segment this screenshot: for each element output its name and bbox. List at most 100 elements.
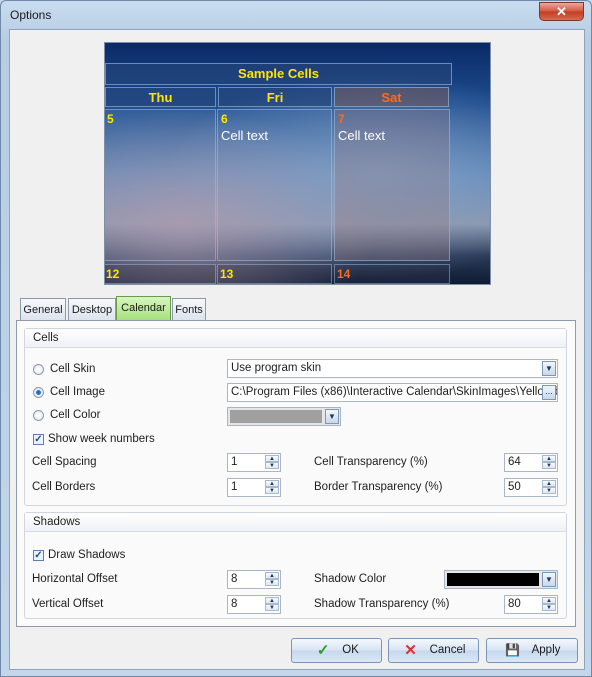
shadow-color-picker[interactable]: ▼ — [444, 570, 558, 589]
preview-cell: 5 — [105, 109, 216, 261]
tab-fonts[interactable]: Fonts — [172, 298, 206, 320]
close-button[interactable]: ✕ — [539, 2, 584, 21]
shadow-transparency-stepper[interactable]: 80 ▲ ▼ — [504, 595, 558, 614]
spin-buttons[interactable]: ▲ ▼ — [542, 455, 556, 470]
shadow-transparency-value: 80 — [508, 598, 521, 610]
cell-day-number: 5 — [107, 112, 114, 126]
preview-header: Sample Cells — [105, 63, 452, 85]
spin-up-icon[interactable]: ▲ — [265, 597, 279, 604]
cell-day-number: 14 — [337, 267, 351, 281]
draw-shadows-checkbox[interactable]: ✓ — [33, 550, 44, 561]
cell-spacing-label: Cell Spacing — [32, 456, 97, 468]
spin-down-icon[interactable]: ▼ — [542, 604, 556, 611]
apply-button[interactable]: 💾 Apply — [486, 638, 578, 663]
cell-skin-label: Cell Skin — [50, 363, 96, 375]
border-transparency-value: 50 — [508, 481, 521, 493]
spin-down-icon[interactable]: ▼ — [265, 462, 279, 469]
cell-text: Cell text — [221, 128, 268, 143]
cancel-label: Cancel — [429, 644, 466, 656]
cell-color-label: Cell Color — [50, 409, 101, 421]
cell-image-label: Cell Image — [50, 386, 105, 398]
cell-day-number: 7 — [338, 112, 345, 126]
preview-cell: 14 — [334, 264, 450, 284]
tab-general[interactable]: General — [20, 298, 66, 320]
ok-button[interactable]: ✓ OK — [291, 638, 382, 663]
vertical-offset-value: 8 — [231, 598, 238, 610]
cell-day-number: 13 — [220, 267, 234, 281]
spin-up-icon[interactable]: ▲ — [542, 480, 556, 487]
shadows-group: Shadows — [24, 512, 567, 619]
cell-transparency-label: Cell Transparency (%) — [314, 456, 428, 468]
horizontal-offset-label: Horizontal Offset — [32, 573, 118, 585]
shadows-group-title: Shadows — [25, 513, 566, 532]
spin-down-icon[interactable]: ▼ — [542, 462, 556, 469]
border-transparency-stepper[interactable]: 50 ▲ ▼ — [504, 478, 558, 497]
window-title: Options — [10, 8, 52, 22]
title-bar[interactable]: Options ✕ — [1, 1, 591, 29]
chevron-down-icon[interactable]: ▼ — [325, 409, 339, 424]
tab-desktop[interactable]: Desktop — [68, 298, 116, 320]
preview-cell: 7 Cell text — [334, 109, 450, 261]
tab-calendar[interactable]: Calendar — [116, 296, 171, 321]
sample-cells-preview: Sample Cells Thu Fri Sat 5 6 Cell text 7… — [104, 42, 491, 285]
cell-borders-stepper[interactable]: 1 ▲ ▼ — [227, 478, 281, 497]
spin-up-icon[interactable]: ▲ — [265, 572, 279, 579]
spin-up-icon[interactable]: ▲ — [542, 455, 556, 462]
cell-spacing-stepper[interactable]: 1 ▲ ▼ — [227, 453, 281, 472]
chevron-down-icon[interactable]: ▼ — [542, 361, 556, 376]
cell-color-picker[interactable]: ▼ — [227, 407, 341, 426]
show-week-numbers-label: Show week numbers — [48, 433, 155, 445]
spin-down-icon[interactable]: ▼ — [265, 579, 279, 586]
spin-buttons[interactable]: ▲ ▼ — [265, 455, 279, 470]
spin-buttons[interactable]: ▲ ▼ — [542, 597, 556, 612]
checkmark-icon: ✓ — [316, 642, 330, 659]
spin-up-icon[interactable]: ▲ — [265, 480, 279, 487]
cell-borders-value: 1 — [231, 481, 238, 493]
cell-color-radio[interactable] — [33, 410, 44, 421]
preview-day-sat: Sat — [334, 87, 449, 107]
preview-cell: 12 — [105, 264, 216, 284]
cell-text: Cell text — [338, 128, 385, 143]
cell-transparency-value: 64 — [508, 456, 521, 468]
floppy-disk-icon: 💾 — [505, 643, 521, 657]
spin-down-icon[interactable]: ▼ — [542, 487, 556, 494]
horizontal-offset-stepper[interactable]: 8 ▲ ▼ — [227, 570, 281, 589]
close-icon: ✕ — [556, 4, 567, 19]
cell-skin-dropdown[interactable]: Use program skin ▼ — [227, 359, 558, 378]
vertical-offset-stepper[interactable]: 8 ▲ ▼ — [227, 595, 281, 614]
cell-spacing-value: 1 — [231, 456, 238, 468]
cell-borders-label: Cell Borders — [32, 481, 96, 493]
horizontal-offset-value: 8 — [231, 573, 238, 585]
cell-image-path-field[interactable]: C:\Program Files (x86)\Interactive Calen… — [227, 383, 558, 402]
cell-transparency-stepper[interactable]: 64 ▲ ▼ — [504, 453, 558, 472]
show-week-numbers-checkbox[interactable]: ✓ — [33, 434, 44, 445]
vertical-offset-label: Vertical Offset — [32, 598, 104, 610]
ok-label: OK — [342, 644, 359, 656]
spin-up-icon[interactable]: ▲ — [265, 455, 279, 462]
preview-cell: 13 — [217, 264, 332, 284]
cell-image-path-value: C:\Program Files (x86)\Interactive Calen… — [231, 386, 558, 398]
draw-shadows-label: Draw Shadows — [48, 549, 126, 561]
cancel-button[interactable]: ✕ Cancel — [388, 638, 479, 663]
cell-image-radio[interactable] — [33, 387, 44, 398]
cancel-x-icon: ✕ — [404, 642, 417, 659]
spin-buttons[interactable]: ▲ ▼ — [265, 572, 279, 587]
spin-buttons[interactable]: ▲ ▼ — [265, 480, 279, 495]
spin-buttons[interactable]: ▲ ▼ — [265, 597, 279, 612]
spin-down-icon[interactable]: ▼ — [265, 487, 279, 494]
cell-day-number: 6 — [221, 112, 228, 126]
preview-day-fri: Fri — [218, 87, 332, 107]
cell-color-swatch — [230, 410, 322, 423]
preview-day-thu: Thu — [105, 87, 216, 107]
spin-up-icon[interactable]: ▲ — [542, 597, 556, 604]
cells-group-title: Cells — [25, 329, 566, 348]
browse-button[interactable]: ... — [542, 385, 556, 400]
spin-down-icon[interactable]: ▼ — [265, 604, 279, 611]
cell-skin-value: Use program skin — [231, 362, 322, 374]
spin-buttons[interactable]: ▲ ▼ — [542, 480, 556, 495]
chevron-down-icon[interactable]: ▼ — [542, 572, 556, 587]
border-transparency-label: Border Transparency (%) — [314, 481, 443, 493]
cell-skin-radio[interactable] — [33, 364, 44, 375]
shadow-color-label: Shadow Color — [314, 573, 387, 585]
apply-label: Apply — [531, 644, 561, 656]
